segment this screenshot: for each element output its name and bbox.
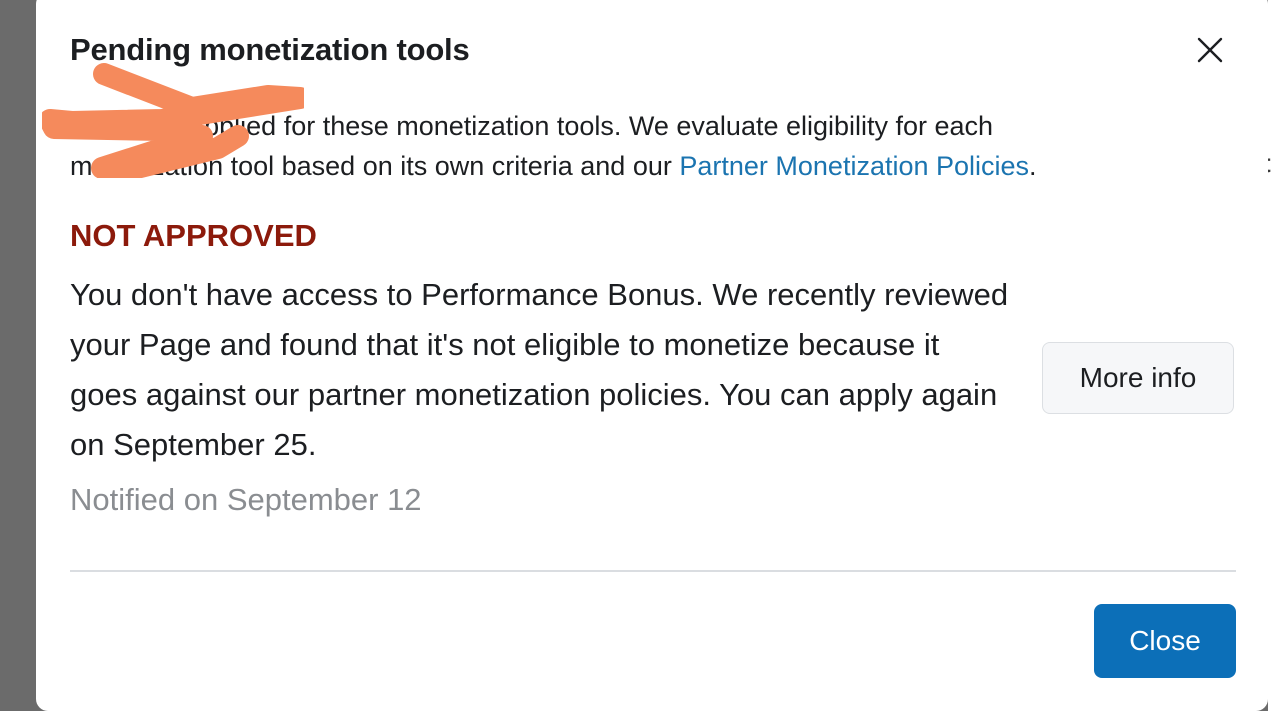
close-button[interactable]: Close: [1094, 604, 1236, 678]
status-badge: NOT APPROVED: [70, 218, 317, 253]
close-icon[interactable]: [1196, 36, 1224, 64]
divider: [70, 570, 1236, 572]
dialog-intro: You have applied for these monetization …: [70, 106, 1150, 186]
background-page-edge: [1268, 0, 1280, 711]
partner-monetization-policies-link[interactable]: Partner Monetization Policies: [679, 151, 1029, 181]
status-message: You don't have access to Performance Bon…: [70, 277, 1009, 462]
more-info-button[interactable]: More info: [1042, 342, 1234, 414]
notified-date: Notified on September 12: [70, 482, 422, 517]
pending-monetization-dialog: Pending monetization tools You have appl…: [36, 0, 1268, 711]
intro-end: .: [1029, 151, 1037, 181]
dialog-title: Pending monetization tools: [70, 32, 470, 67]
